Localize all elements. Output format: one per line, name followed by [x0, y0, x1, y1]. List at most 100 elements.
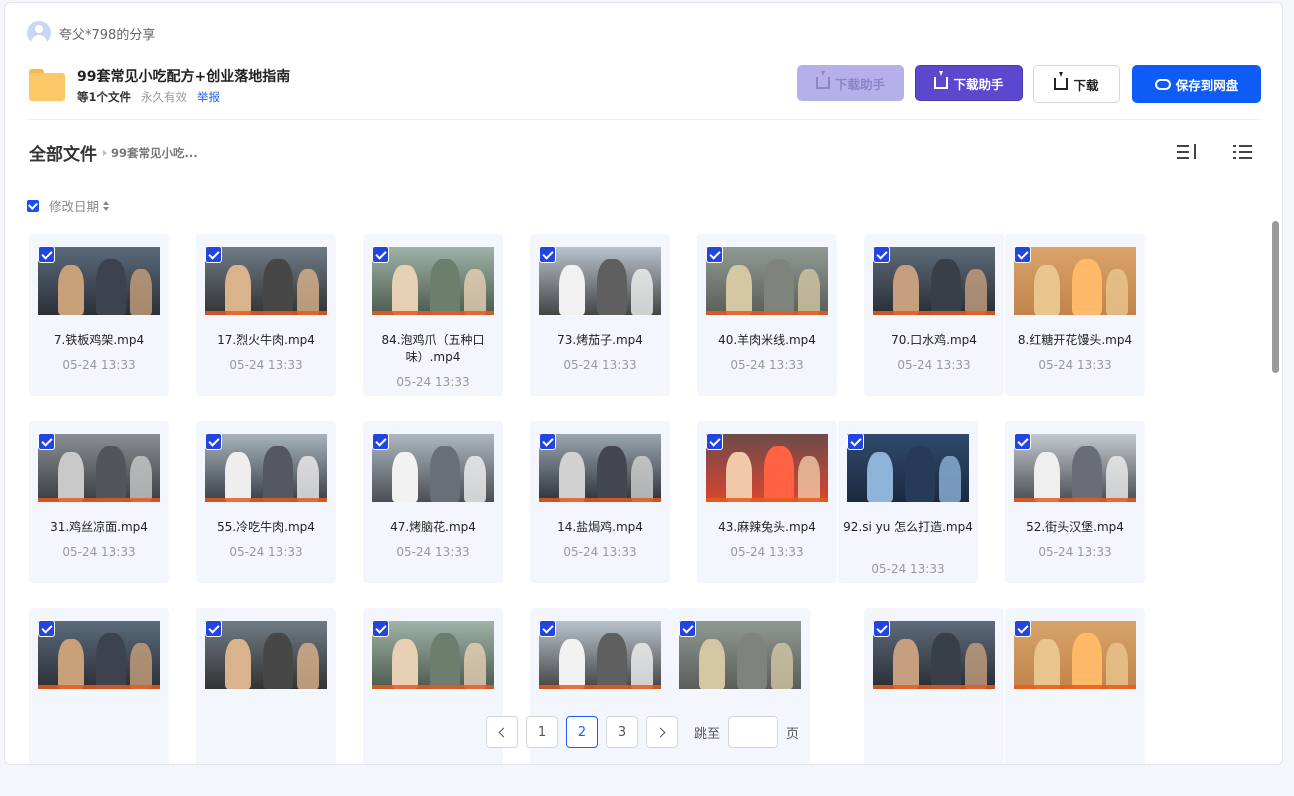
file-checkbox[interactable]: [706, 246, 723, 263]
file-checkbox[interactable]: [38, 433, 55, 450]
share-panel: 夸父*798的分享 99套常见小吃配方+创业落地指南 等1个文件 永久有效 举报…: [4, 2, 1283, 765]
file-card[interactable]: 31.鸡丝凉面.mp4 05-24 13:33: [29, 421, 169, 583]
file-card[interactable]: 40.羊肉米线.mp4 05-24 13:33: [697, 234, 837, 396]
video-thumbnail[interactable]: [205, 434, 327, 502]
file-checkbox[interactable]: [205, 620, 222, 637]
video-thumbnail[interactable]: [706, 247, 828, 315]
sharer-info: 夸父*798的分享: [27, 21, 155, 45]
avatar[interactable]: [27, 21, 51, 45]
file-name[interactable]: 31.鸡丝凉面.mp4: [33, 519, 165, 536]
file-name[interactable]: 52.街头汉堡.mp4: [1009, 519, 1141, 536]
file-card[interactable]: 92.si yu 怎么打造.mp4 05-24 13:33: [838, 421, 978, 583]
file-card[interactable]: [1005, 608, 1145, 764]
video-thumbnail[interactable]: [873, 247, 995, 315]
file-checkbox[interactable]: [1014, 620, 1031, 637]
prev-page-button[interactable]: [486, 716, 518, 748]
file-name[interactable]: 55.冷吃牛肉.mp4: [200, 519, 332, 536]
file-card[interactable]: 55.冷吃牛肉.mp4 05-24 13:33: [196, 421, 336, 583]
file-name[interactable]: 40.羊肉米线.mp4: [701, 332, 833, 349]
video-thumbnail[interactable]: [539, 621, 661, 689]
breadcrumb-root[interactable]: 全部文件: [29, 140, 97, 165]
video-thumbnail[interactable]: [539, 247, 661, 315]
sort-caret-icon[interactable]: [103, 200, 110, 211]
video-thumbnail[interactable]: [372, 621, 494, 689]
file-checkbox[interactable]: [372, 433, 389, 450]
file-checkbox[interactable]: [372, 246, 389, 263]
sort-by-date[interactable]: 修改日期: [49, 196, 99, 215]
file-name[interactable]: 84.泡鸡爪（五种口味）.mp4: [367, 332, 499, 366]
file-checkbox[interactable]: [38, 620, 55, 637]
file-checkbox[interactable]: [847, 433, 864, 450]
download-helper-button[interactable]: 下载助手: [915, 65, 1023, 101]
file-card[interactable]: 17.烈火牛肉.mp4 05-24 13:33: [196, 234, 336, 396]
file-name[interactable]: 47.烤脑花.mp4: [367, 519, 499, 536]
sort-order-icon[interactable]: [1177, 143, 1199, 161]
file-checkbox[interactable]: [539, 246, 556, 263]
file-name[interactable]: 70.口水鸡.mp4: [868, 332, 1000, 349]
list-view-icon[interactable]: [1233, 143, 1253, 161]
file-card[interactable]: 52.街头汉堡.mp4 05-24 13:33: [1005, 421, 1145, 583]
video-thumbnail[interactable]: [1014, 247, 1136, 315]
file-name[interactable]: 14.盐焗鸡.mp4: [534, 519, 666, 536]
folder-icon: [29, 69, 65, 101]
file-checkbox[interactable]: [38, 246, 55, 263]
file-name[interactable]: 8.红糖开花馒头.mp4: [1009, 332, 1141, 349]
video-thumbnail[interactable]: [38, 434, 160, 502]
scrollbar[interactable]: [1272, 221, 1279, 373]
file-card[interactable]: [29, 608, 169, 764]
jump-page-input[interactable]: [728, 716, 779, 748]
sharer-name: 夸父*798的分享: [59, 27, 156, 43]
video-thumbnail[interactable]: [1014, 434, 1136, 502]
report-link[interactable]: 举报: [197, 89, 220, 105]
select-all-checkbox[interactable]: [27, 199, 39, 212]
video-thumbnail[interactable]: [205, 621, 327, 689]
video-thumbnail[interactable]: [372, 434, 494, 502]
video-thumbnail[interactable]: [1014, 621, 1136, 689]
page-3[interactable]: 3: [606, 716, 638, 748]
video-thumbnail[interactable]: [679, 621, 801, 689]
save-to-disk-button[interactable]: 保存到网盘: [1132, 65, 1261, 103]
file-name[interactable]: 17.烈火牛肉.mp4: [200, 332, 332, 349]
next-page-button[interactable]: [646, 716, 678, 748]
file-card[interactable]: 43.麻辣兔头.mp4 05-24 13:33: [697, 421, 837, 583]
video-thumbnail[interactable]: [38, 247, 160, 315]
video-thumbnail[interactable]: [873, 621, 995, 689]
file-name[interactable]: 43.麻辣兔头.mp4: [701, 519, 833, 536]
file-checkbox[interactable]: [539, 433, 556, 450]
file-name[interactable]: 7.铁板鸡架.mp4: [33, 332, 165, 349]
download-icon: [1054, 72, 1069, 90]
file-checkbox[interactable]: [679, 620, 696, 637]
download-button[interactable]: 下载: [1033, 65, 1120, 103]
video-thumbnail[interactable]: [539, 434, 661, 502]
file-card[interactable]: [363, 608, 503, 764]
file-card[interactable]: 7.铁板鸡架.mp4 05-24 13:33: [29, 234, 169, 396]
download-helper-button-disabled[interactable]: 下载助手: [797, 65, 904, 101]
file-checkbox[interactable]: [205, 246, 222, 263]
file-checkbox[interactable]: [873, 620, 890, 637]
video-thumbnail[interactable]: [372, 247, 494, 315]
video-thumbnail[interactable]: [847, 434, 969, 502]
file-checkbox[interactable]: [706, 433, 723, 450]
file-name[interactable]: 73.烤茄子.mp4: [534, 332, 666, 349]
file-card[interactable]: 70.口水鸡.mp4 05-24 13:33: [864, 234, 1004, 396]
video-thumbnail[interactable]: [205, 247, 327, 315]
file-name[interactable]: 92.si yu 怎么打造.mp4: [842, 519, 974, 536]
file-card[interactable]: 8.红糖开花馒头.mp4 05-24 13:33: [1005, 234, 1145, 396]
file-checkbox[interactable]: [372, 620, 389, 637]
video-thumbnail[interactable]: [706, 434, 828, 502]
file-card[interactable]: 14.盐焗鸡.mp4 05-24 13:33: [530, 421, 670, 583]
file-date: 05-24 13:33: [563, 358, 637, 372]
file-card[interactable]: 84.泡鸡爪（五种口味）.mp4 05-24 13:33: [363, 234, 503, 396]
file-checkbox[interactable]: [873, 246, 890, 263]
video-thumbnail[interactable]: [38, 621, 160, 689]
page-2[interactable]: 2: [566, 716, 598, 748]
file-checkbox[interactable]: [1014, 433, 1031, 450]
file-card[interactable]: 73.烤茄子.mp4 05-24 13:33: [530, 234, 670, 396]
file-card[interactable]: 47.烤脑花.mp4 05-24 13:33: [363, 421, 503, 583]
file-card[interactable]: [864, 608, 1004, 764]
file-checkbox[interactable]: [539, 620, 556, 637]
page-1[interactable]: 1: [526, 716, 558, 748]
file-card[interactable]: [196, 608, 336, 764]
file-checkbox[interactable]: [1014, 246, 1031, 263]
file-checkbox[interactable]: [205, 433, 222, 450]
